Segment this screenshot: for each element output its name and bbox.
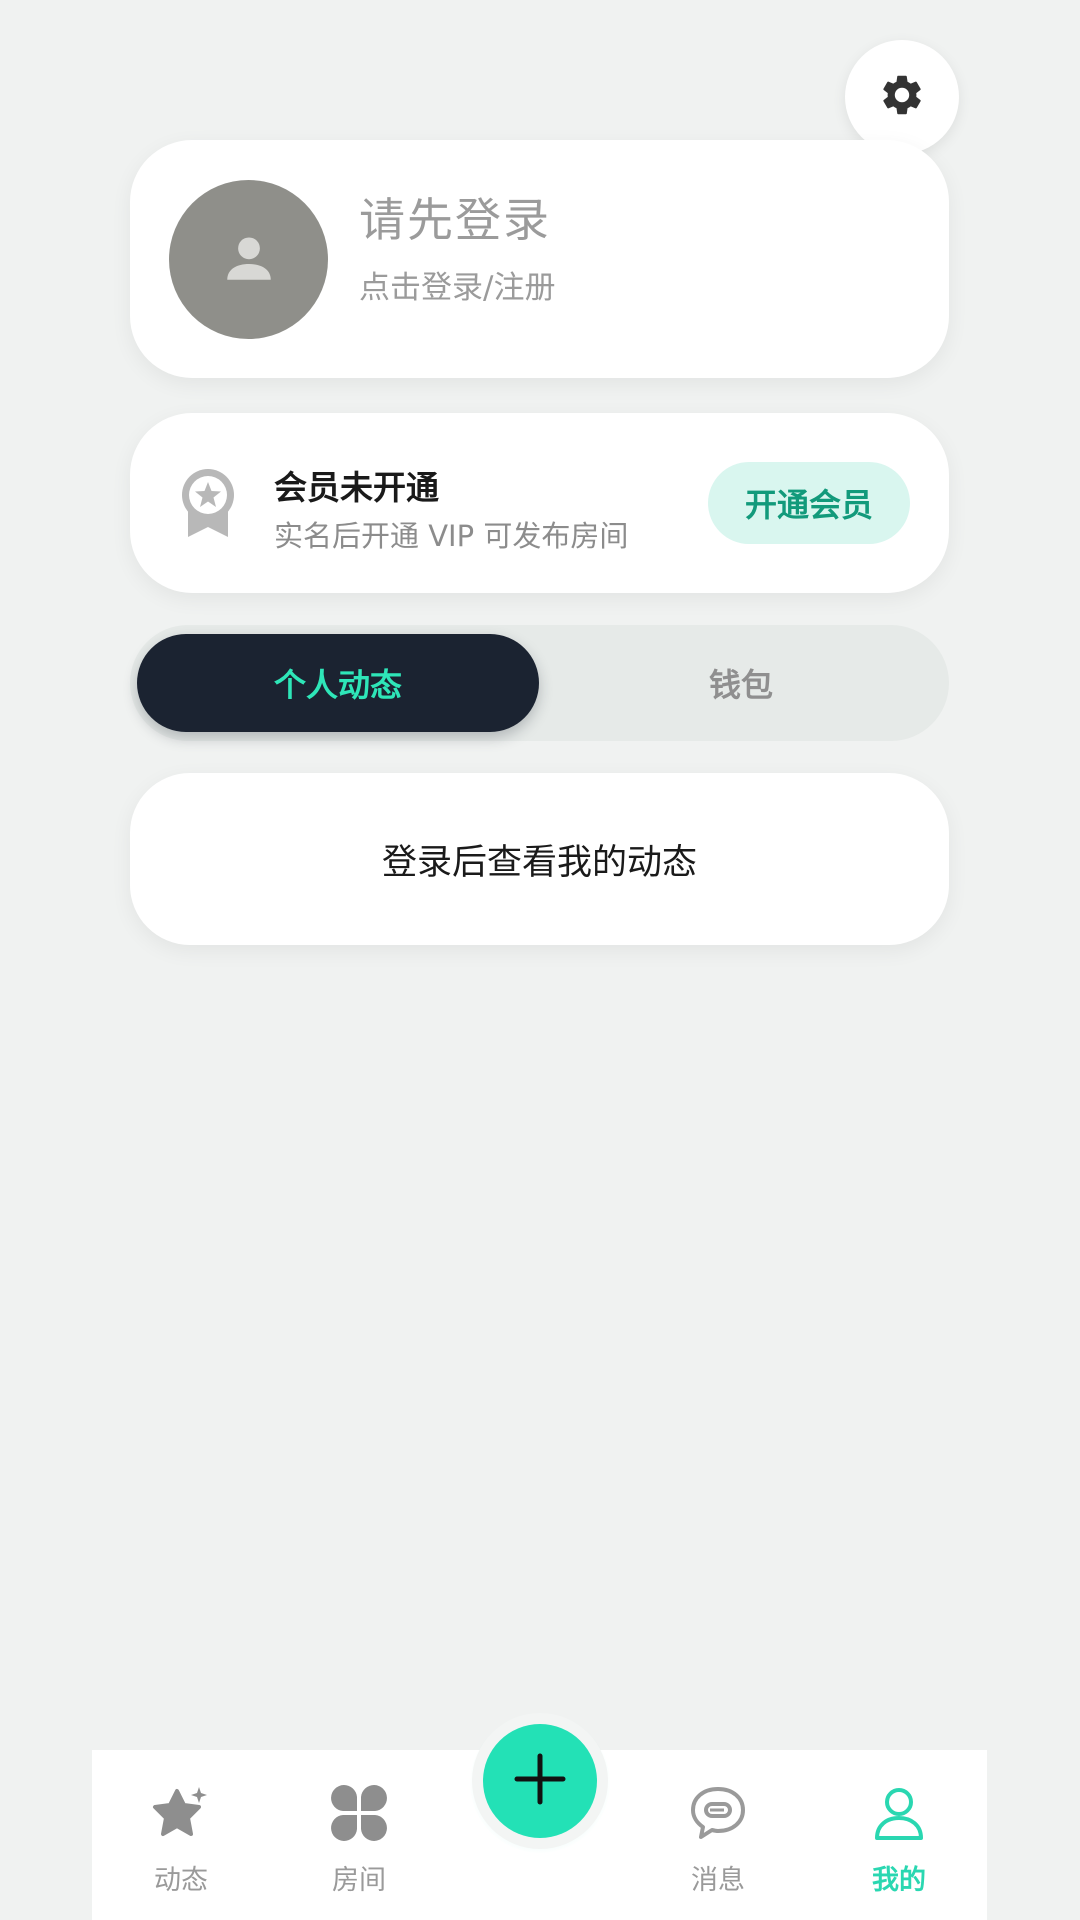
chat-bubble-icon xyxy=(688,1783,748,1847)
star-icon xyxy=(151,1783,211,1847)
settings-button[interactable] xyxy=(845,40,959,154)
gear-icon xyxy=(878,71,926,123)
tab-wallet[interactable]: 钱包 xyxy=(540,634,942,732)
nav-item-feed[interactable]: 动态 xyxy=(121,1780,241,1897)
nav-item-rooms[interactable]: 房间 xyxy=(299,1780,419,1897)
login-title: 请先登录 xyxy=(359,193,551,247)
vip-card: 会员未开通 实名后开通 VIP 可发布房间 开通会员 xyxy=(130,413,949,593)
profile-screen: 请先登录 点击登录/注册 会员未开通 实名后开通 VIP 可发布房间 开通会员 … xyxy=(0,0,1080,1920)
fab-ring xyxy=(472,1713,608,1849)
login-register-link[interactable]: 点击登录/注册 xyxy=(359,262,555,307)
vip-status-title: 会员未开通 xyxy=(274,468,439,507)
nav-label: 动态 xyxy=(154,1865,208,1896)
login-card[interactable]: 请先登录 点击登录/注册 xyxy=(130,140,949,378)
activity-empty-card: 登录后查看我的动态 xyxy=(130,773,949,945)
open-vip-button[interactable]: 开通会员 xyxy=(708,462,910,544)
nav-label: 房间 xyxy=(332,1865,386,1896)
nav-item-messages[interactable]: 消息 xyxy=(658,1780,778,1897)
nav-label: 消息 xyxy=(691,1865,745,1896)
nav-label: 我的 xyxy=(872,1865,926,1896)
segment-tabs: 个人动态 钱包 xyxy=(130,625,949,741)
medal-icon xyxy=(180,467,236,543)
activity-empty-text: 登录后查看我的动态 xyxy=(381,842,697,883)
plus-icon xyxy=(514,1753,566,1809)
add-post-button[interactable] xyxy=(483,1724,597,1838)
nav-item-me[interactable]: 我的 xyxy=(839,1780,959,1897)
tab-personal-activity[interactable]: 个人动态 xyxy=(137,634,539,732)
person-icon xyxy=(869,1783,929,1847)
avatar[interactable] xyxy=(169,180,328,339)
clover-icon xyxy=(329,1783,389,1847)
vip-status-subtitle: 实名后开通 VIP 可发布房间 xyxy=(274,519,629,553)
person-icon xyxy=(220,229,278,291)
